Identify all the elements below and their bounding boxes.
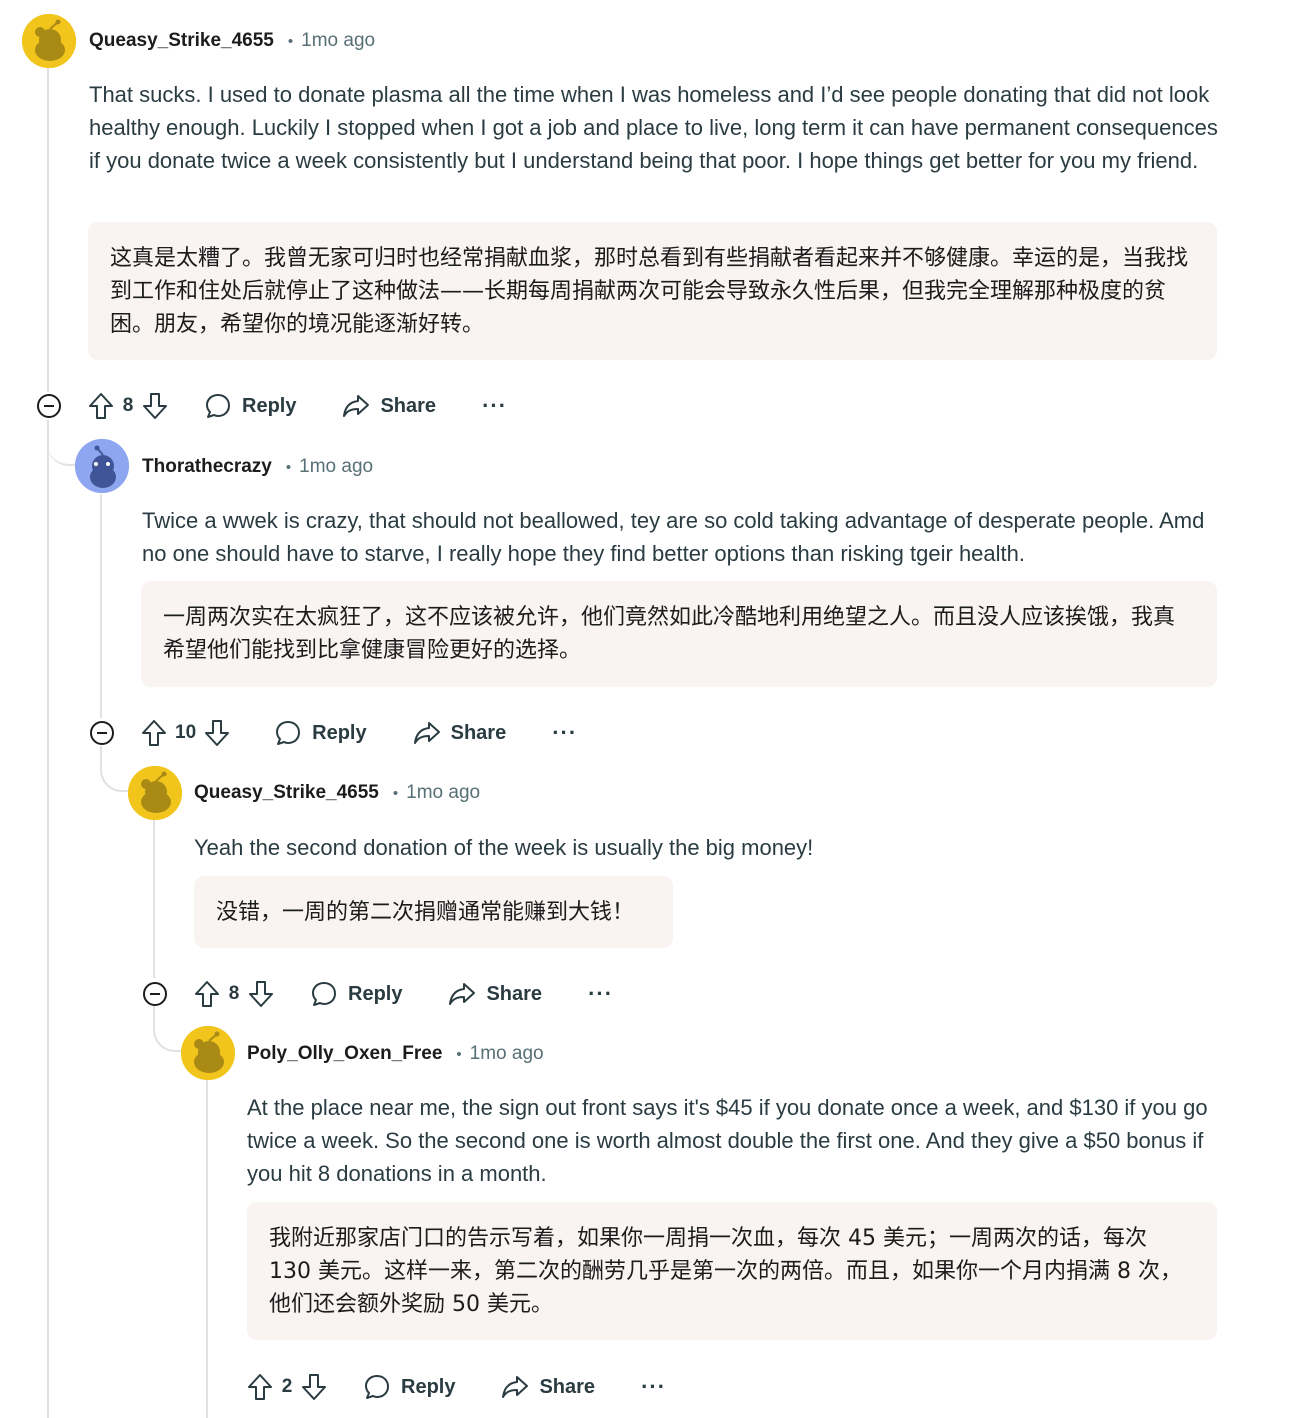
thread-branch xyxy=(47,420,75,466)
downvote-arrow-icon xyxy=(143,393,167,419)
reply-label: Reply xyxy=(401,1375,456,1398)
timestamp[interactable]: 1mo ago xyxy=(470,1043,544,1065)
thread-line xyxy=(47,68,49,392)
more-options-button[interactable]: ··· xyxy=(552,720,577,746)
comment-actions: 8 Reply Share ··· xyxy=(194,974,613,1014)
collapse-thread-button[interactable] xyxy=(142,981,168,1007)
timestamp[interactable]: 1mo ago xyxy=(301,30,375,52)
share-label: Share xyxy=(486,982,543,1005)
snoo-avatar-icon xyxy=(128,766,182,820)
vote-count: 8 xyxy=(228,983,240,1004)
more-options-button[interactable]: ··· xyxy=(588,981,613,1007)
share-arrow-icon xyxy=(502,1376,529,1398)
upvote-arrow-icon xyxy=(195,981,219,1007)
translation-box: 一周两次实在太疯狂了，这不应该被允许，他们竟然如此冷酷地利用绝望之人。而且没人应… xyxy=(141,581,1217,687)
downvote-button[interactable] xyxy=(204,719,230,747)
author-name[interactable]: Thorathecrazy xyxy=(142,456,272,478)
vote-count: 10 xyxy=(175,722,197,743)
share-label: Share xyxy=(539,1375,596,1398)
vote-count: 8 xyxy=(122,395,134,416)
reply-button[interactable]: Reply xyxy=(310,980,402,1008)
share-arrow-icon xyxy=(413,722,440,744)
separator-dot: • xyxy=(392,784,399,802)
comment-body: Twice a wwek is crazy, that should not b… xyxy=(142,508,1205,566)
share-label: Share xyxy=(380,394,437,417)
translation-box: 我附近那家店门口的告示写着，如果你一周捐一次血，每次 45 美元；一周两次的话，… xyxy=(247,1202,1217,1340)
timestamp[interactable]: 1mo ago xyxy=(299,456,373,478)
author-name[interactable]: Queasy_Strike_4655 xyxy=(89,30,274,52)
translation-box: 这真是太糟了。我曾无家可归时也经常捐献血浆，那时总看到有些捐献者看起来并不够健康… xyxy=(88,222,1217,360)
share-label: Share xyxy=(450,721,507,744)
separator-dot: • xyxy=(287,32,294,50)
downvote-button[interactable] xyxy=(248,980,274,1008)
thread-branch xyxy=(100,746,128,792)
comment-actions: 10 Reply Share ··· xyxy=(141,713,577,753)
share-arrow-icon xyxy=(343,395,370,417)
downvote-button[interactable] xyxy=(142,392,168,420)
reply-label: Reply xyxy=(348,982,403,1005)
separator-dot: • xyxy=(285,458,292,476)
thread-line xyxy=(153,820,155,978)
more-options-button[interactable]: ··· xyxy=(482,393,507,419)
upvote-arrow-icon xyxy=(248,1374,272,1400)
avatar[interactable] xyxy=(22,14,76,68)
upvote-arrow-icon xyxy=(142,720,166,746)
thread-branch xyxy=(153,1006,181,1052)
share-button[interactable]: Share xyxy=(448,980,542,1008)
collapse-thread-button[interactable] xyxy=(89,720,115,746)
comment-actions: 2 Reply Share ··· xyxy=(247,1367,666,1407)
downvote-arrow-icon xyxy=(302,1374,326,1400)
thread-line xyxy=(206,1080,208,1418)
reply-button[interactable]: Reply xyxy=(204,392,296,420)
avatar[interactable] xyxy=(128,766,182,820)
thread-line xyxy=(100,494,102,718)
timestamp[interactable]: 1mo ago xyxy=(406,782,480,804)
snoo-avatar-icon xyxy=(22,14,76,68)
minus-circle-icon xyxy=(143,982,167,1006)
thread-line xyxy=(47,420,49,1418)
upvote-arrow-icon xyxy=(89,393,113,419)
reply-button[interactable]: Reply xyxy=(363,1373,455,1401)
reply-label: Reply xyxy=(242,394,297,417)
downvote-arrow-icon xyxy=(205,720,230,746)
comment-body: That sucks. I used to donate plasma all … xyxy=(89,82,1218,173)
author-name[interactable]: Poly_Olly_Oxen_Free xyxy=(247,1043,442,1065)
avatar[interactable] xyxy=(75,439,129,493)
minus-circle-icon xyxy=(37,394,61,418)
minus-circle-icon xyxy=(90,721,114,745)
vote-count: 2 xyxy=(281,1376,293,1397)
upvote-button[interactable] xyxy=(194,980,220,1008)
comment-body: Yeah the second donation of the week is … xyxy=(194,835,814,860)
speech-bubble-icon xyxy=(206,394,230,418)
speech-bubble-icon xyxy=(312,982,336,1006)
downvote-button[interactable] xyxy=(301,1373,327,1401)
comment-actions: 8 Reply Share ··· xyxy=(88,386,507,426)
comment-body: At the place near me, the sign out front… xyxy=(247,1095,1208,1186)
snoo-avatar-icon xyxy=(75,439,129,493)
avatar[interactable] xyxy=(181,1026,235,1080)
share-button[interactable]: Share xyxy=(501,1373,595,1401)
speech-bubble-icon xyxy=(365,1375,389,1399)
separator-dot: • xyxy=(456,1045,462,1063)
reply-button[interactable]: Reply xyxy=(274,719,367,747)
downvote-arrow-icon xyxy=(249,981,273,1007)
translation-box: 没错，一周的第二次捐赠通常能赚到大钱！ xyxy=(194,876,673,948)
share-button[interactable]: Share xyxy=(342,392,436,420)
upvote-button[interactable] xyxy=(88,392,114,420)
share-button[interactable]: Share xyxy=(413,719,507,747)
snoo-avatar-icon xyxy=(181,1026,235,1080)
reply-label: Reply xyxy=(312,721,367,744)
share-arrow-icon xyxy=(449,983,476,1005)
upvote-button[interactable] xyxy=(247,1373,273,1401)
more-options-button[interactable]: ··· xyxy=(641,1374,666,1400)
speech-bubble-icon xyxy=(276,721,301,745)
upvote-button[interactable] xyxy=(141,719,167,747)
author-name[interactable]: Queasy_Strike_4655 xyxy=(194,782,379,804)
collapse-thread-button[interactable] xyxy=(36,393,62,419)
